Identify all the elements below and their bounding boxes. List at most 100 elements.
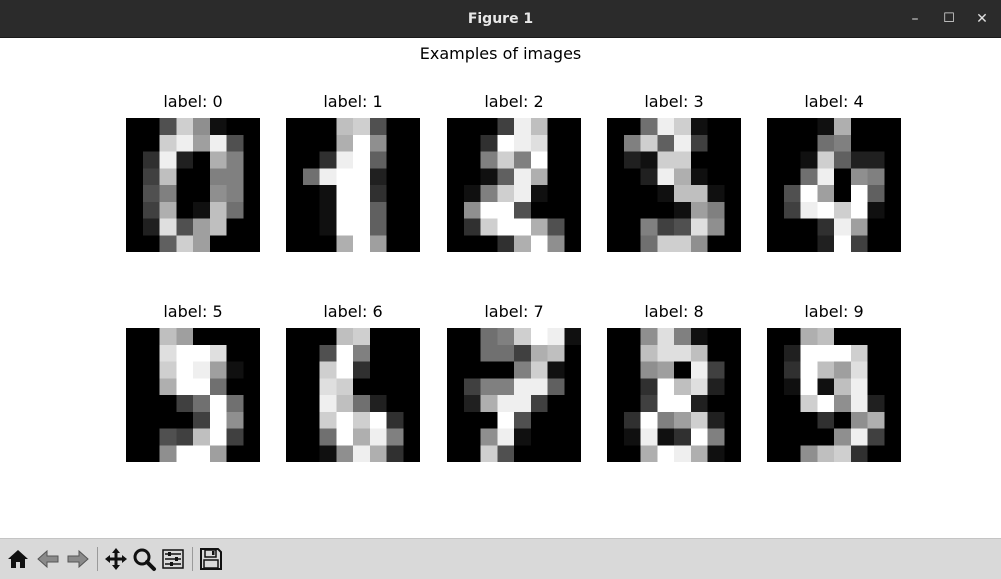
pixel-cell [530, 428, 548, 446]
pixel-cell [724, 378, 741, 396]
pixel-cell [834, 378, 852, 396]
pixel-cell [690, 378, 708, 396]
pixel-cell [319, 445, 337, 462]
pixel-cell [690, 218, 708, 236]
pixel-cell [623, 411, 641, 429]
pixel-cell [640, 185, 658, 203]
pixel-cell [319, 218, 337, 236]
pixel-cell [530, 395, 548, 413]
pixel-cell [353, 328, 371, 346]
pixel-cell [319, 151, 337, 169]
pixel-cell [142, 328, 160, 346]
home-button[interactable] [5, 546, 31, 572]
pixel-cell [159, 235, 177, 252]
pixel-cell [674, 134, 692, 152]
pixel-cell [226, 428, 244, 446]
pixel-cell [176, 344, 194, 362]
pixel-cell [674, 395, 692, 413]
pixel-cell [403, 395, 420, 413]
pixel-cell [767, 168, 785, 186]
panel-label: label: 8 [644, 302, 704, 321]
pixel-cell [800, 428, 818, 446]
pixel-cell [386, 168, 404, 186]
save-button[interactable] [198, 546, 224, 572]
pixel-cell [386, 201, 404, 219]
pixel-cell [159, 378, 177, 396]
configure-subplots-button[interactable] [160, 546, 186, 572]
pixel-cell [463, 185, 481, 203]
pixel-cell [547, 428, 565, 446]
pixel-cell [674, 168, 692, 186]
pixel-cell [193, 201, 211, 219]
pixel-cell [817, 168, 835, 186]
panel-label: label: 4 [804, 92, 864, 111]
pixel-cell [447, 328, 465, 346]
pixel-cell [142, 445, 160, 462]
figure-canvas[interactable]: Examples of images label: 0 label: 1 label… [0, 38, 1001, 538]
pixel-cell [623, 185, 641, 203]
pixel-cell [226, 344, 244, 362]
pixel-cell [497, 218, 515, 236]
pixel-cell [176, 118, 194, 136]
pixel-cell [724, 361, 741, 379]
pixel-cell [724, 218, 741, 236]
pixel-cell [497, 201, 515, 219]
pixel-cell [463, 411, 481, 429]
pixel-cell [884, 361, 901, 379]
pixel-cell [564, 218, 581, 236]
pixel-cell [674, 118, 692, 136]
close-button[interactable]: ✕ [972, 9, 992, 29]
pixel-cell [657, 235, 675, 252]
pixel-cell [850, 201, 868, 219]
pixel-cell [126, 445, 144, 462]
back-button[interactable] [35, 546, 61, 572]
pixel-cell [817, 185, 835, 203]
pixel-cell [447, 185, 465, 203]
pan-button[interactable] [103, 546, 129, 572]
pixel-cell [447, 151, 465, 169]
pixel-cell [302, 218, 320, 236]
pixel-cell [564, 151, 581, 169]
zoom-button[interactable] [131, 546, 157, 572]
digit-image [767, 328, 901, 462]
pixel-cell [530, 118, 548, 136]
pixel-cell [564, 168, 581, 186]
pixel-cell [403, 428, 420, 446]
pixel-cell [369, 445, 387, 462]
pixel-cell [302, 168, 320, 186]
pixel-cell [657, 445, 675, 462]
pixel-cell [286, 378, 304, 396]
forward-button[interactable] [65, 546, 91, 572]
maximize-button[interactable]: ☐ [939, 9, 959, 29]
pixel-cell [497, 395, 515, 413]
pixel-cell [142, 344, 160, 362]
pixel-cell [623, 344, 641, 362]
pixel-cell [353, 218, 371, 236]
pixel-cell [159, 361, 177, 379]
pixel-cell [724, 411, 741, 429]
pixel-cell [767, 118, 785, 136]
pixel-cell [142, 428, 160, 446]
pixel-cell [302, 361, 320, 379]
pixel-cell [690, 395, 708, 413]
pixel-cell [336, 344, 354, 362]
pixel-cell [607, 134, 625, 152]
toolbar-separator [97, 547, 98, 571]
pixel-cell [623, 218, 641, 236]
digit-image [767, 118, 901, 252]
pixel-cell [724, 395, 741, 413]
pixel-cell [369, 361, 387, 379]
pixel-cell [369, 168, 387, 186]
pixel-cell [319, 411, 337, 429]
pixel-cell [564, 201, 581, 219]
pixel-cell [193, 151, 211, 169]
minimize-button[interactable]: – [905, 9, 925, 29]
pixel-cell [286, 428, 304, 446]
pixel-cell [547, 328, 565, 346]
pixel-cell [783, 445, 801, 462]
pixel-cell [657, 328, 675, 346]
pixel-cell [176, 185, 194, 203]
pixel-cell [657, 185, 675, 203]
pixel-cell [690, 151, 708, 169]
pixel-cell [707, 201, 725, 219]
